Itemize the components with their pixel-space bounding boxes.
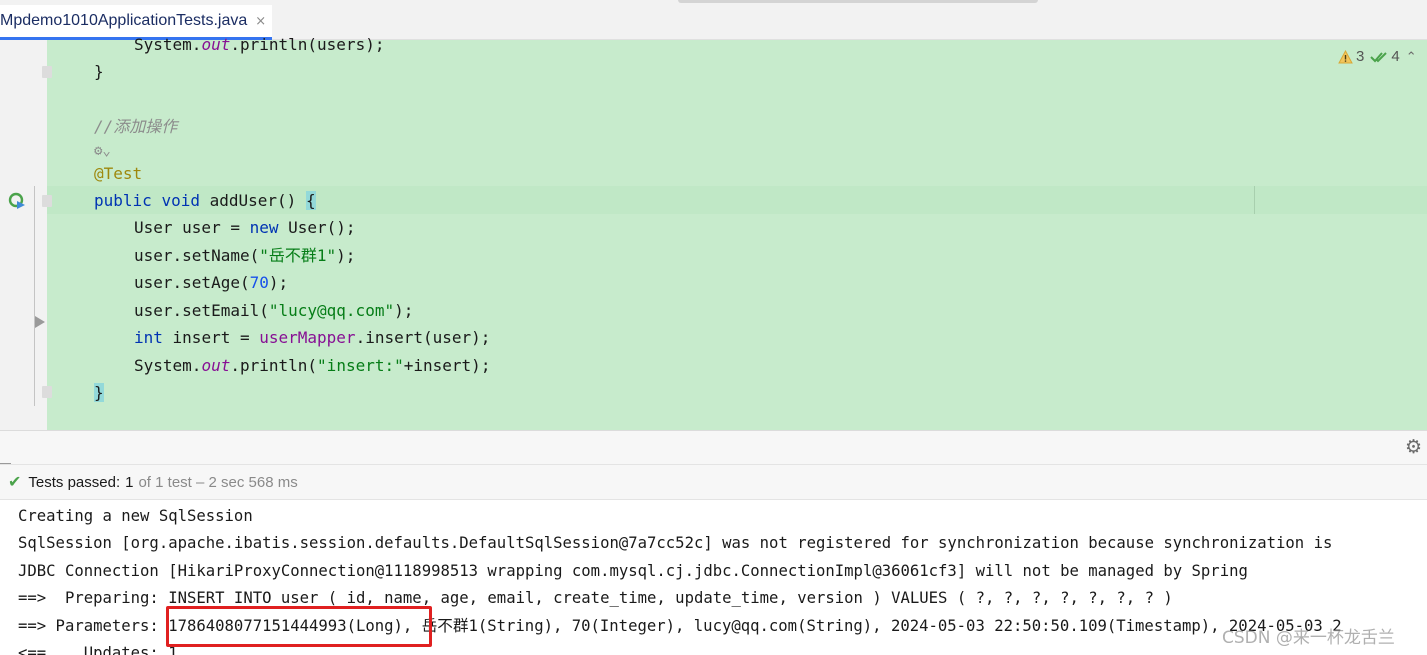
code-line: } [94,379,104,406]
tab-label: Mpdemo1010ApplicationTests.java [0,12,248,29]
code-line: user.setName("岳不群1"); [134,246,356,265]
console-line: <== Updates: 1 [18,644,178,655]
fold-marker-icon[interactable] [42,66,52,78]
close-icon[interactable]: × [251,14,272,29]
fold-guide-line [34,186,35,406]
code-line: System.out.println(users); [134,35,385,54]
warning-icon [1338,49,1353,63]
test-passed-count: 1 [125,473,134,491]
code-line: User user = new User(); [134,218,356,237]
console-line: SqlSession [org.apache.ibatis.session.de… [18,534,1333,552]
matched-brace: { [305,191,316,210]
double-check-icon [1370,51,1388,62]
gear-icon[interactable]: ⚙ [1405,437,1422,457]
typos-count: 4 [1391,48,1400,65]
right-margin-guide [1254,186,1255,214]
code-line: System.out.println("insert:"+insert); [134,356,491,375]
editor-gutter [0,40,47,430]
highlight-annotation-box [166,606,432,647]
code-editor[interactable]: 3 4 ⌃ System.out.println(users); } //添加操… [0,35,1427,430]
code-line: int insert = userMapper.insert(user); [134,328,491,347]
fold-marker-icon[interactable] [42,386,52,398]
run-test-icon[interactable] [8,192,26,210]
code-vision-hint[interactable]: ⚙⌄ [94,136,111,163]
test-status-detail: of 1 test – 2 sec 568 ms [138,473,298,491]
code-line: @Test [94,164,143,183]
top-scroll-indicator [678,0,1038,3]
typos-indicator[interactable]: 4 [1370,48,1400,65]
code-line: user.setEmail("lucy@qq.com"); [134,301,414,320]
chevron-up-icon[interactable]: ⌃ [1406,49,1417,65]
run-panel-toolbar [0,430,1427,464]
code-line: } [94,62,104,81]
collapse-arrow-icon[interactable] [35,316,45,328]
test-status-label: Tests passed: [28,473,121,491]
code-line-method-signature: public void addUser() { [94,191,316,210]
code-line: user.setAge(70); [134,273,289,292]
inspection-widget[interactable]: 3 4 ⌃ [1338,48,1417,65]
warnings-count: 3 [1356,48,1365,65]
watermark: CSDN @来一杯龙舌兰 [1222,628,1395,648]
author-hint-icon[interactable]: ⚙⌄ [94,143,111,159]
test-status-bar: ✔ Tests passed: 1 of 1 test – 2 sec 568 … [0,464,1427,500]
check-icon: ✔ [8,474,22,491]
matched-brace: } [94,383,104,402]
warnings-indicator[interactable]: 3 [1338,48,1364,65]
console-line: JDBC Connection [HikariProxyConnection@1… [18,562,1248,580]
console-line: Creating a new SqlSession [18,507,253,525]
fold-marker-icon[interactable] [42,195,52,207]
